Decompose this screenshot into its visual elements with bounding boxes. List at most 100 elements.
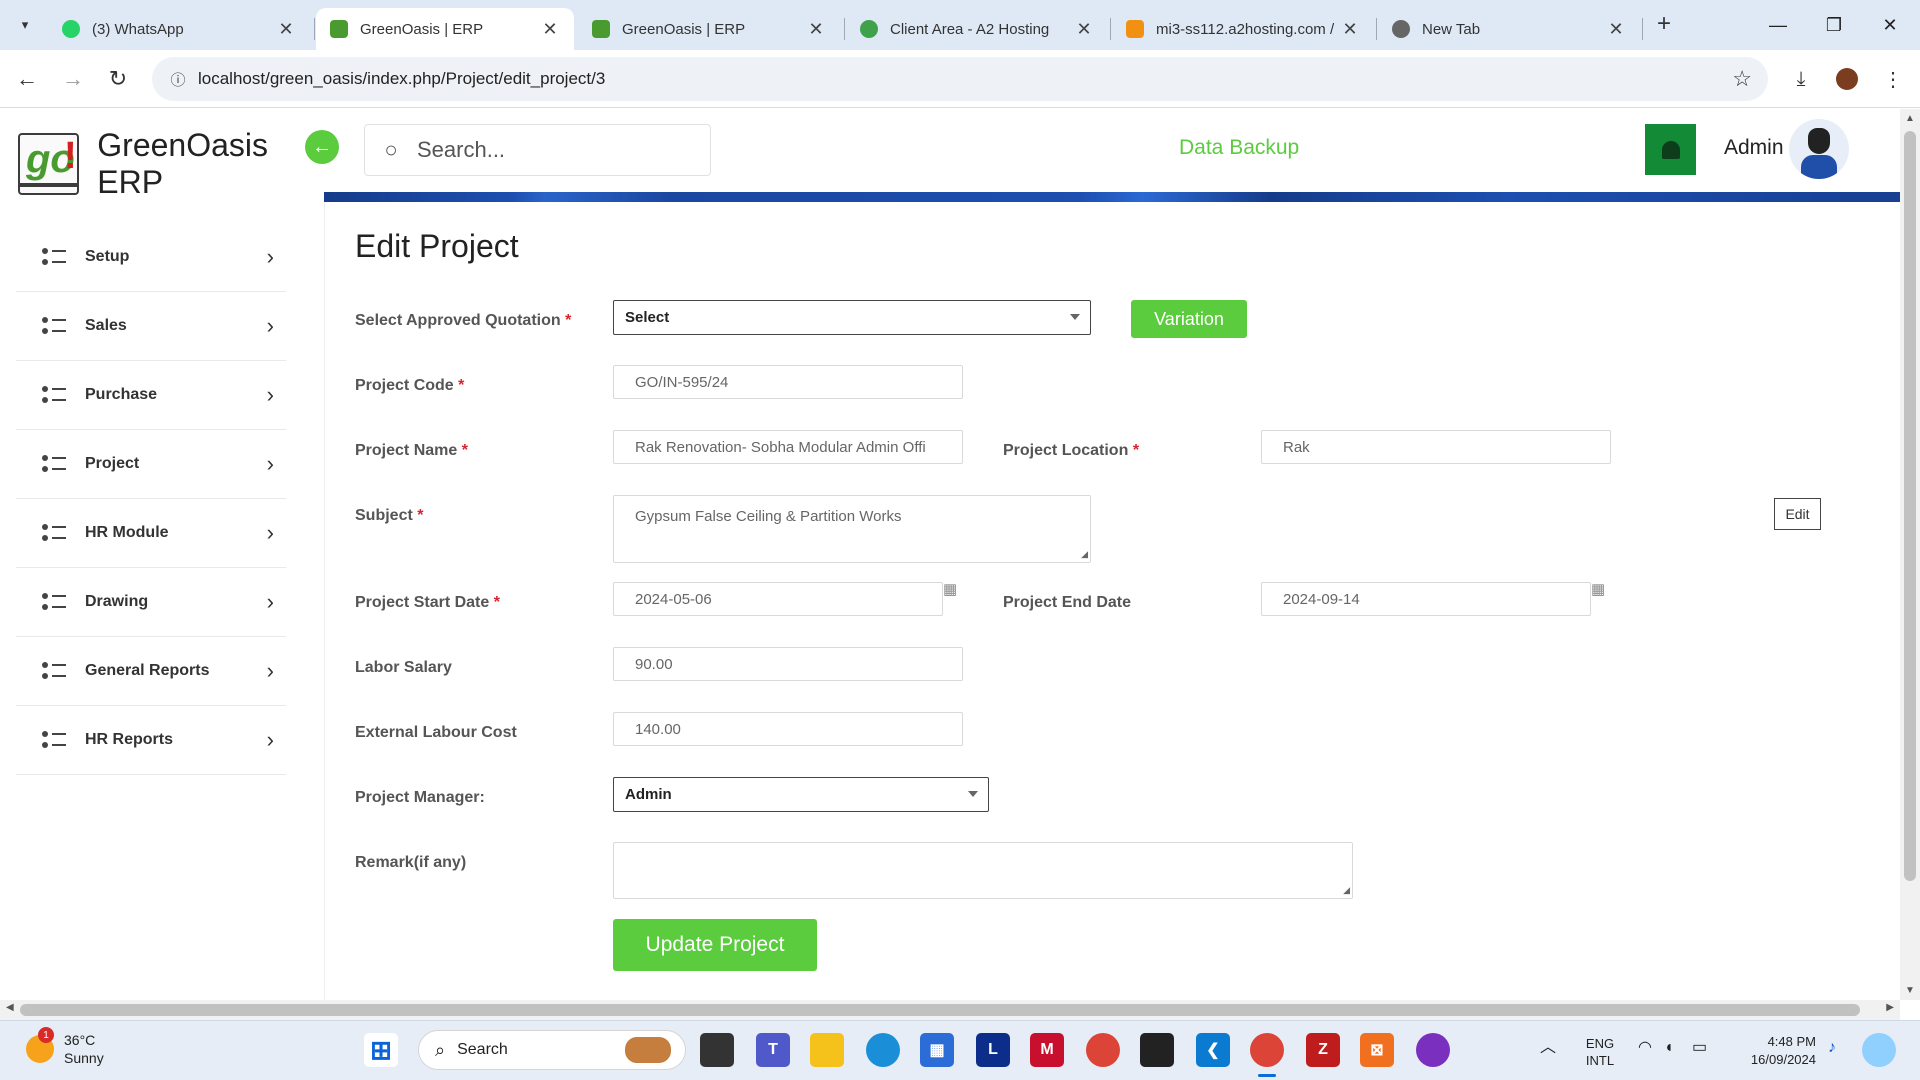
- sidebar-item-project[interactable]: Project ›: [16, 430, 286, 499]
- address-bar[interactable]: ⓘ localhost/green_oasis/index.php/Projec…: [152, 57, 1768, 101]
- sidebar-item-hr-module[interactable]: HR Module ›: [16, 499, 286, 568]
- back-arrow-icon[interactable]: ←: [12, 64, 42, 94]
- scroll-up-icon[interactable]: ▲: [1900, 113, 1920, 124]
- show-hidden-icons-chevron-icon[interactable]: ︿: [1540, 1039, 1556, 1056]
- weather-widget[interactable]: 1 36°C Sunny: [26, 1027, 104, 1067]
- calendar-icon[interactable]: ▦: [1591, 580, 1605, 598]
- close-tab-icon[interactable]: ✕: [1340, 19, 1360, 40]
- calendar-icon[interactable]: ▦: [943, 580, 957, 598]
- dropdown-caret-icon: [968, 791, 978, 797]
- app-viewport: go! GreenOasis ERP Setup › Sales › Purch…: [0, 109, 1900, 1000]
- start-date-field[interactable]: 2024-05-06: [613, 582, 943, 616]
- chrome-icon[interactable]: [1086, 1033, 1120, 1067]
- edge-icon[interactable]: [866, 1033, 900, 1067]
- update-project-button[interactable]: Update Project: [613, 919, 817, 971]
- sidebar-item-drawing[interactable]: Drawing ›: [16, 568, 286, 637]
- approved-quotation-select[interactable]: Select: [613, 300, 1091, 335]
- mcafee-icon[interactable]: M: [1030, 1033, 1064, 1067]
- browser-tab-whatsapp[interactable]: (3) WhatsApp ✕: [48, 8, 310, 50]
- browser-tab-a2hosting[interactable]: Client Area - A2 Hosting ✕: [846, 8, 1108, 50]
- microsoft-store-icon[interactable]: ▦: [920, 1033, 954, 1067]
- l-app-icon[interactable]: L: [976, 1033, 1010, 1067]
- project-manager-select[interactable]: Admin: [613, 777, 989, 812]
- browser-tab-newtab[interactable]: New Tab ✕: [1378, 8, 1640, 50]
- close-tab-icon[interactable]: ✕: [1074, 19, 1094, 40]
- windows-start-icon[interactable]: ⊞: [364, 1033, 398, 1067]
- scroll-right-icon[interactable]: ▶: [1886, 1002, 1894, 1013]
- sun-icon: 1: [26, 1027, 54, 1063]
- vertical-scrollbar[interactable]: ▲ ▼: [1900, 109, 1920, 1000]
- sidebar-item-general-reports[interactable]: General Reports ›: [16, 637, 286, 706]
- vscode-icon[interactable]: ❮: [1196, 1033, 1230, 1067]
- close-tab-icon[interactable]: ✕: [1606, 19, 1626, 40]
- sidebar-item-setup[interactable]: Setup ›: [16, 223, 286, 292]
- end-date-field[interactable]: 2024-09-14: [1261, 582, 1591, 616]
- remark-textarea[interactable]: ◢: [613, 842, 1353, 899]
- chevron-right-icon: ›: [266, 589, 274, 614]
- external-labour-field[interactable]: 140.00: [613, 712, 963, 746]
- resize-handle-icon[interactable]: ◢: [1081, 549, 1088, 560]
- sidebar-item-purchase[interactable]: Purchase ›: [16, 361, 286, 430]
- avatar[interactable]: [1789, 119, 1849, 179]
- site-info-icon[interactable]: ⓘ: [158, 69, 198, 90]
- brand: go! GreenOasis ERP: [18, 127, 324, 201]
- data-backup-link[interactable]: Data Backup: [1179, 136, 1299, 160]
- labor-salary-field[interactable]: 90.00: [613, 647, 963, 681]
- tab-title: New Tab: [1422, 20, 1481, 38]
- teams-icon[interactable]: T: [756, 1033, 790, 1067]
- minimize-window-icon[interactable]: —: [1750, 8, 1806, 42]
- reload-icon[interactable]: ↻: [103, 64, 133, 94]
- sidebar-item-label: Purchase: [85, 386, 158, 403]
- close-window-icon[interactable]: ✕: [1862, 8, 1918, 42]
- browser-menu-icon[interactable]: ⋮: [1878, 64, 1908, 94]
- tab-search-menu-icon[interactable]: ▾: [12, 12, 38, 38]
- forward-arrow-icon[interactable]: →: [58, 64, 88, 94]
- sidebar-item-sales[interactable]: Sales ›: [16, 292, 286, 361]
- new-tab-plus-icon[interactable]: +: [1650, 10, 1678, 38]
- clock[interactable]: 4:48 PM 16/09/2024: [1738, 1033, 1816, 1069]
- language-indicator[interactable]: ENG INTL: [1580, 1035, 1620, 1069]
- user-name[interactable]: Admin: [1724, 136, 1784, 160]
- scroll-down-icon[interactable]: ▼: [1900, 985, 1920, 996]
- sticky-notes-icon[interactable]: [1140, 1033, 1174, 1067]
- xampp-icon[interactable]: ⊠: [1360, 1033, 1394, 1067]
- horizontal-scrollbar[interactable]: ◀ ▶: [0, 1000, 1900, 1020]
- project-location-field[interactable]: Rak: [1261, 430, 1611, 464]
- file-explorer-icon[interactable]: [810, 1033, 844, 1067]
- chrome-active-icon[interactable]: [1250, 1033, 1284, 1067]
- notification-bell-icon[interactable]: ♪: [1828, 1039, 1836, 1056]
- battery-icon[interactable]: ▭: [1692, 1039, 1707, 1056]
- filezilla-icon[interactable]: Z: [1306, 1033, 1340, 1067]
- browser-tab-greenoasis[interactable]: GreenOasis | ERP ✕: [578, 8, 840, 50]
- chevron-right-icon: ›: [266, 382, 274, 407]
- variation-button[interactable]: Variation: [1131, 300, 1247, 338]
- scrollbar-thumb[interactable]: [1904, 131, 1916, 881]
- browser-tab-greenoasis-active[interactable]: GreenOasis | ERP ✕: [316, 8, 574, 50]
- browser-tab-phpmyadmin[interactable]: mi3-ss112.a2hosting.com / ✕: [1112, 8, 1374, 50]
- scroll-left-icon[interactable]: ◀: [6, 1002, 14, 1013]
- notification-bell-icon[interactable]: [1645, 124, 1696, 175]
- resize-handle-icon[interactable]: ◢: [1343, 885, 1350, 896]
- task-view-icon[interactable]: [700, 1033, 734, 1067]
- scrollbar-thumb[interactable]: [20, 1004, 1860, 1016]
- project-code-field[interactable]: GO/IN-595/24: [613, 365, 963, 399]
- profile-avatar-icon[interactable]: [1832, 64, 1862, 94]
- close-tab-icon[interactable]: ✕: [806, 19, 826, 40]
- close-tab-icon[interactable]: ✕: [276, 19, 296, 40]
- url-text[interactable]: localhost/green_oasis/index.php/Project/…: [198, 69, 605, 89]
- download-icon[interactable]: ⤓: [1786, 64, 1816, 94]
- bookmark-star-icon[interactable]: ☆: [1732, 66, 1752, 92]
- volume-icon[interactable]: ◖: [1664, 1039, 1674, 1056]
- edit-button[interactable]: Edit: [1774, 498, 1821, 530]
- close-tab-icon[interactable]: ✕: [540, 19, 560, 40]
- project-name-field[interactable]: Rak Renovation- Sobha Modular Admin Offi: [613, 430, 963, 464]
- copilot-icon[interactable]: [1862, 1033, 1896, 1067]
- colorful-app-icon[interactable]: [1416, 1033, 1450, 1067]
- sidebar-item-hr-reports[interactable]: HR Reports ›: [16, 706, 286, 775]
- search-input[interactable]: ○ Search...: [364, 124, 711, 176]
- subject-textarea[interactable]: Gypsum False Ceiling & Partition Works ◢: [613, 495, 1091, 563]
- sidebar-collapse-arrow-icon[interactable]: ←: [305, 130, 339, 164]
- taskbar-search[interactable]: ⌕ Search: [418, 1030, 686, 1070]
- wifi-icon[interactable]: ◠: [1638, 1039, 1652, 1056]
- restore-window-icon[interactable]: ❐: [1806, 8, 1862, 42]
